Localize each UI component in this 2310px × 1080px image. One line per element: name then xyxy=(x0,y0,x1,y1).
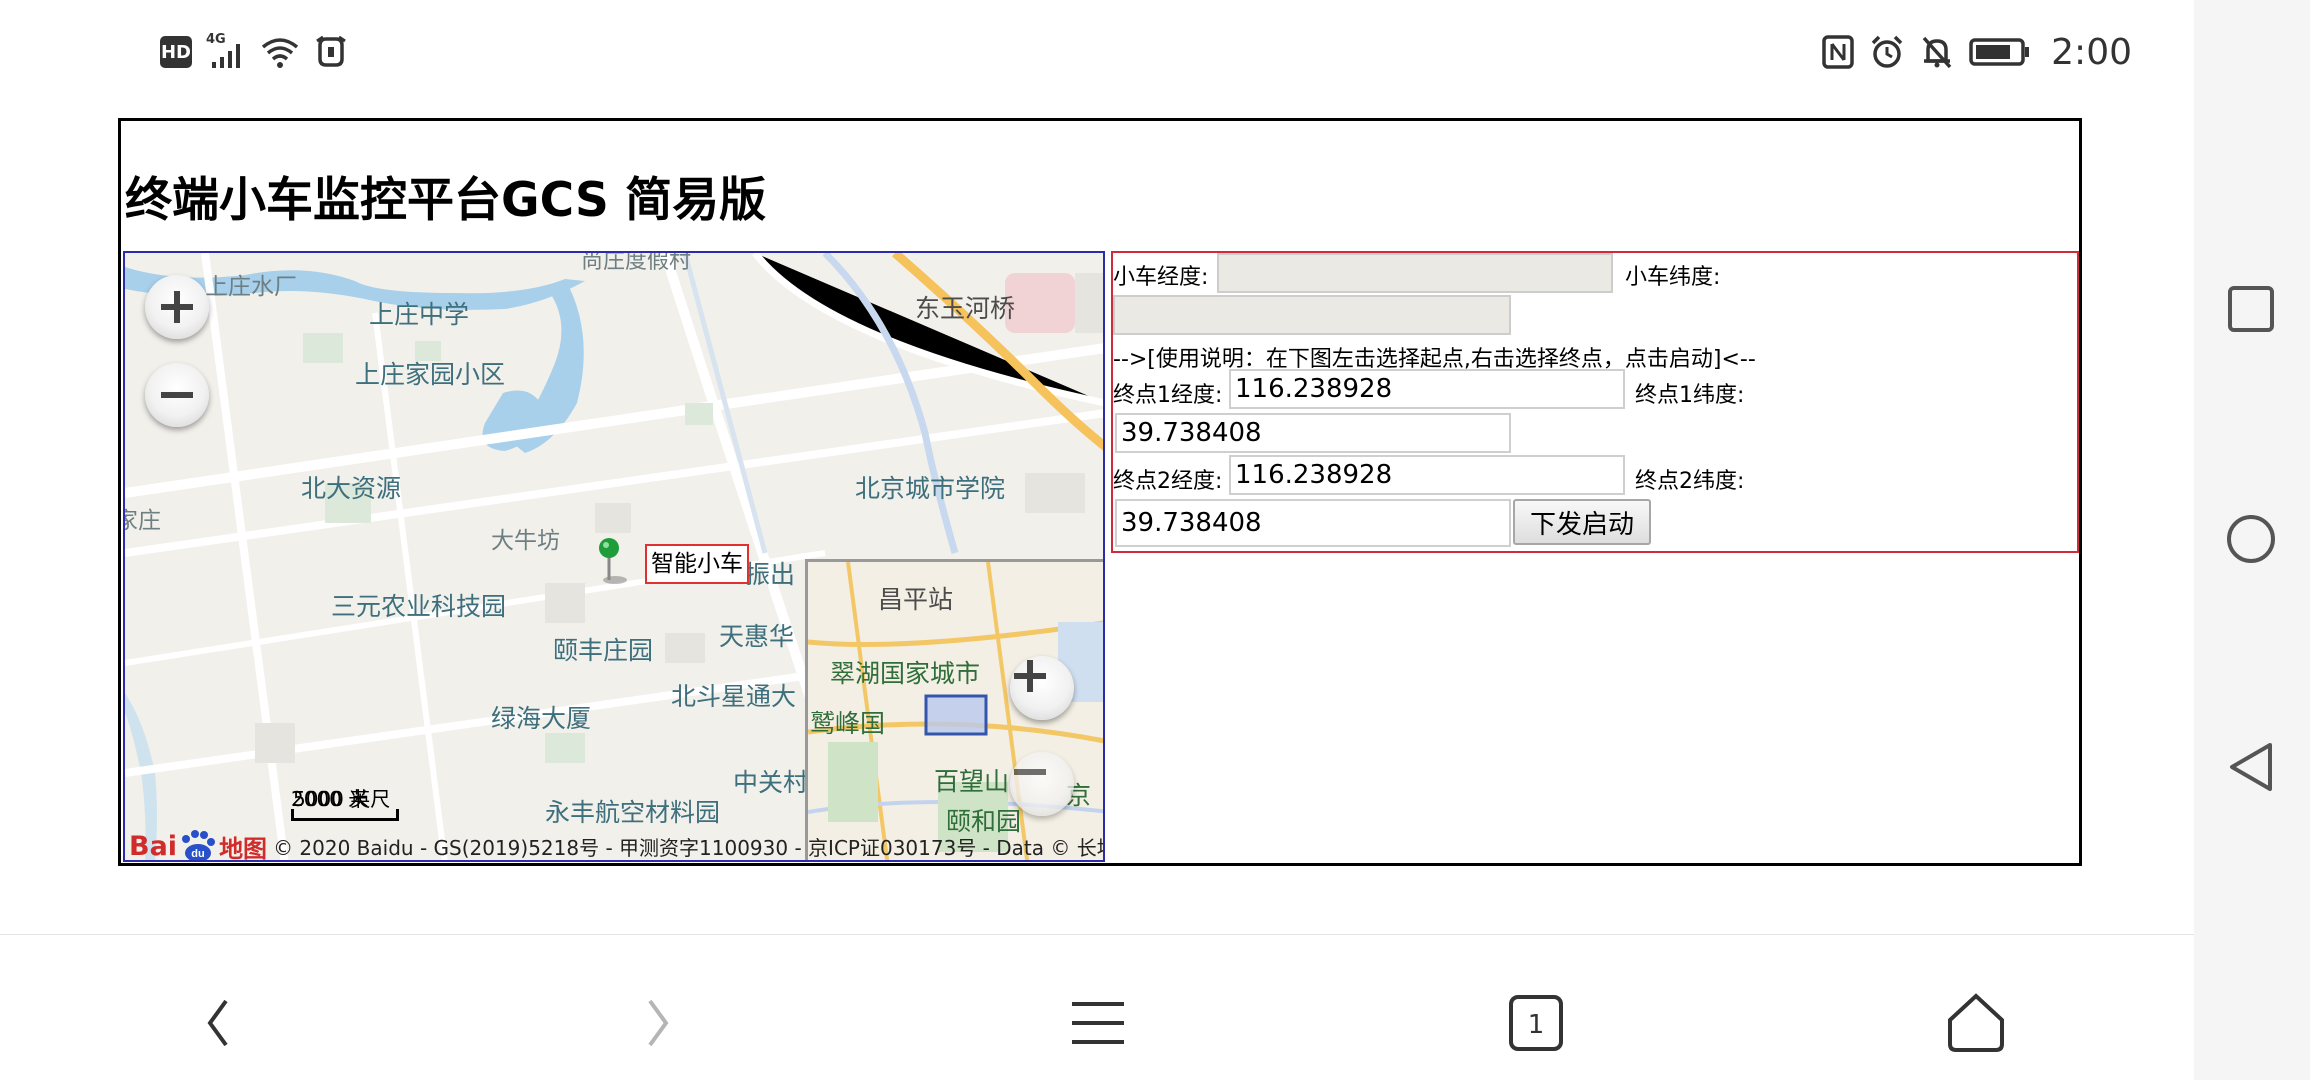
end2-lng-label: 终点2经度: xyxy=(1113,469,1223,494)
map-label: 永丰航空材料园 xyxy=(545,798,721,827)
nfc-icon xyxy=(1822,35,1854,69)
map-label: 上庄水厂 xyxy=(205,274,297,300)
end2-lat-label: 终点2纬度: xyxy=(1635,469,1745,494)
map-label: 家庄 xyxy=(125,508,161,534)
back-button[interactable] xyxy=(2216,732,2286,802)
forward-icon xyxy=(648,999,669,1047)
page-frame: 终端小车监控平台GCS 简易版 尚庄度假村 上庄水厂 上庄中学 东玉河桥 上庄家… xyxy=(118,118,2082,866)
alarm-clock-icon xyxy=(1871,35,1903,68)
overview-map[interactable]: 昌平站 翠湖国家城市 鹫峰国 百望山 颐和园 京 xyxy=(805,559,1103,860)
baidu-logo: Bai du 地图 xyxy=(129,829,268,862)
back-icon xyxy=(207,999,228,1047)
car-lng-label: 小车经度: xyxy=(1113,265,1209,290)
map-label: 尚庄度假村 xyxy=(581,251,692,274)
map-label: 大牛坊 xyxy=(491,528,560,554)
map-label: 北斗星通大 xyxy=(671,682,797,711)
overview-label: 百望山 xyxy=(934,767,1010,796)
wifi-icon xyxy=(261,38,299,68)
svg-text:1: 1 xyxy=(1528,1010,1545,1040)
car-lat-label: 小车纬度: xyxy=(1625,265,1721,290)
control-panel: 小车经度: 小车纬度: -->[使用说明：在下图左击选择起点,右击选择终点，点击… xyxy=(1111,251,2079,553)
marker-label[interactable]: 智能小车 xyxy=(645,544,749,584)
map-label: 上庄家园小区 xyxy=(355,360,506,389)
map-label: 北大资源 xyxy=(301,474,402,503)
recents-icon xyxy=(2228,286,2274,332)
battery-icon xyxy=(1969,38,2030,66)
start-button[interactable]: 下发启动 xyxy=(1513,499,1651,545)
map-label: 振出 xyxy=(745,560,796,589)
tabs-icon: 1 xyxy=(1509,995,1563,1051)
zoom-in-button[interactable] xyxy=(145,275,209,339)
home-icon xyxy=(1948,993,2004,1052)
map-label: 东玉河桥 xyxy=(915,294,1016,323)
overview-label: 鹫峰国 xyxy=(810,709,886,738)
alarm-status-icon xyxy=(316,35,346,67)
browser-forward-button[interactable] xyxy=(618,983,698,1063)
status-bar-right: 2:00 xyxy=(1821,30,2132,74)
map-pin-icon[interactable] xyxy=(595,536,635,584)
screen: HD 4G 2:00 终端小车监控平台GCS 简易版 尚庄度假村 上庄水厂 上庄… xyxy=(0,0,2310,1080)
map-scale-bar xyxy=(291,809,399,821)
signal-icon: 4G xyxy=(206,32,246,70)
minus-icon xyxy=(161,392,193,398)
browser-menu-button[interactable] xyxy=(1058,983,1138,1063)
zoom-out-button[interactable] xyxy=(145,363,209,427)
overview-label: 翠湖国家城市 xyxy=(830,659,981,688)
map-label: 天惠华 xyxy=(719,622,795,651)
car-lat-field xyxy=(1113,295,1511,335)
home-button[interactable] xyxy=(2216,504,2286,574)
plus-icon xyxy=(1014,660,1046,692)
baidu-paw-icon: du xyxy=(177,829,219,860)
mute-icon xyxy=(1922,36,1952,69)
hd-icon: HD xyxy=(160,36,192,68)
overview-zoom-out-button[interactable] xyxy=(1010,752,1074,816)
end1-lng-label: 终点1经度: xyxy=(1113,383,1223,408)
end1-lat-input[interactable]: 39.738408 xyxy=(1115,413,1511,453)
browser-home-button[interactable] xyxy=(1936,983,2016,1063)
map-copyright: Bai du 地图 © 2020 Baidu - GS(2019)5218号 -… xyxy=(129,829,1105,862)
map-label: 颐丰庄园 xyxy=(553,636,654,665)
car-lng-field xyxy=(1217,253,1613,293)
overview-label: 昌平站 xyxy=(878,585,954,614)
end1-lat-label: 终点1纬度: xyxy=(1635,383,1745,408)
status-bar-left: HD 4G xyxy=(160,30,348,74)
end2-lng-input[interactable]: 116.238928 xyxy=(1229,455,1625,495)
back-triangle-icon xyxy=(2230,743,2272,791)
page-title: 终端小车监控平台GCS 简易版 xyxy=(125,173,767,228)
minus-icon xyxy=(1014,769,1046,775)
menu-icon xyxy=(1072,1002,1124,1044)
baidu-map[interactable]: 尚庄度假村 上庄水厂 上庄中学 东玉河桥 上庄家园小区 北大资源 北京城市学院 … xyxy=(123,251,1105,862)
map-scale-label: 2000 米 5000 英尺 xyxy=(291,787,391,811)
status-time: 2:00 xyxy=(2051,31,2132,73)
map-label: 北京城市学院 xyxy=(855,474,1006,503)
map-label: 上庄中学 xyxy=(369,300,470,329)
browser-tabs-button[interactable]: 1 xyxy=(1496,983,1576,1063)
plus-icon xyxy=(161,291,193,323)
map-label: 三元农业科技园 xyxy=(331,592,507,621)
map-label: 绿海大厦 xyxy=(491,704,592,733)
system-navigation-bar xyxy=(2194,0,2310,1080)
browser-back-button[interactable] xyxy=(178,983,258,1063)
map-label: 中关村 xyxy=(733,768,809,797)
recents-button[interactable] xyxy=(2216,274,2286,344)
overview-zoom-in-button[interactable] xyxy=(1010,656,1074,720)
end1-lng-input[interactable]: 116.238928 xyxy=(1229,369,1625,409)
end2-lat-input[interactable]: 39.738408 xyxy=(1115,499,1511,547)
home-circle-icon xyxy=(2227,515,2275,563)
svg-text:du: du xyxy=(191,848,204,860)
browser-toolbar: 1 xyxy=(0,934,2194,1080)
